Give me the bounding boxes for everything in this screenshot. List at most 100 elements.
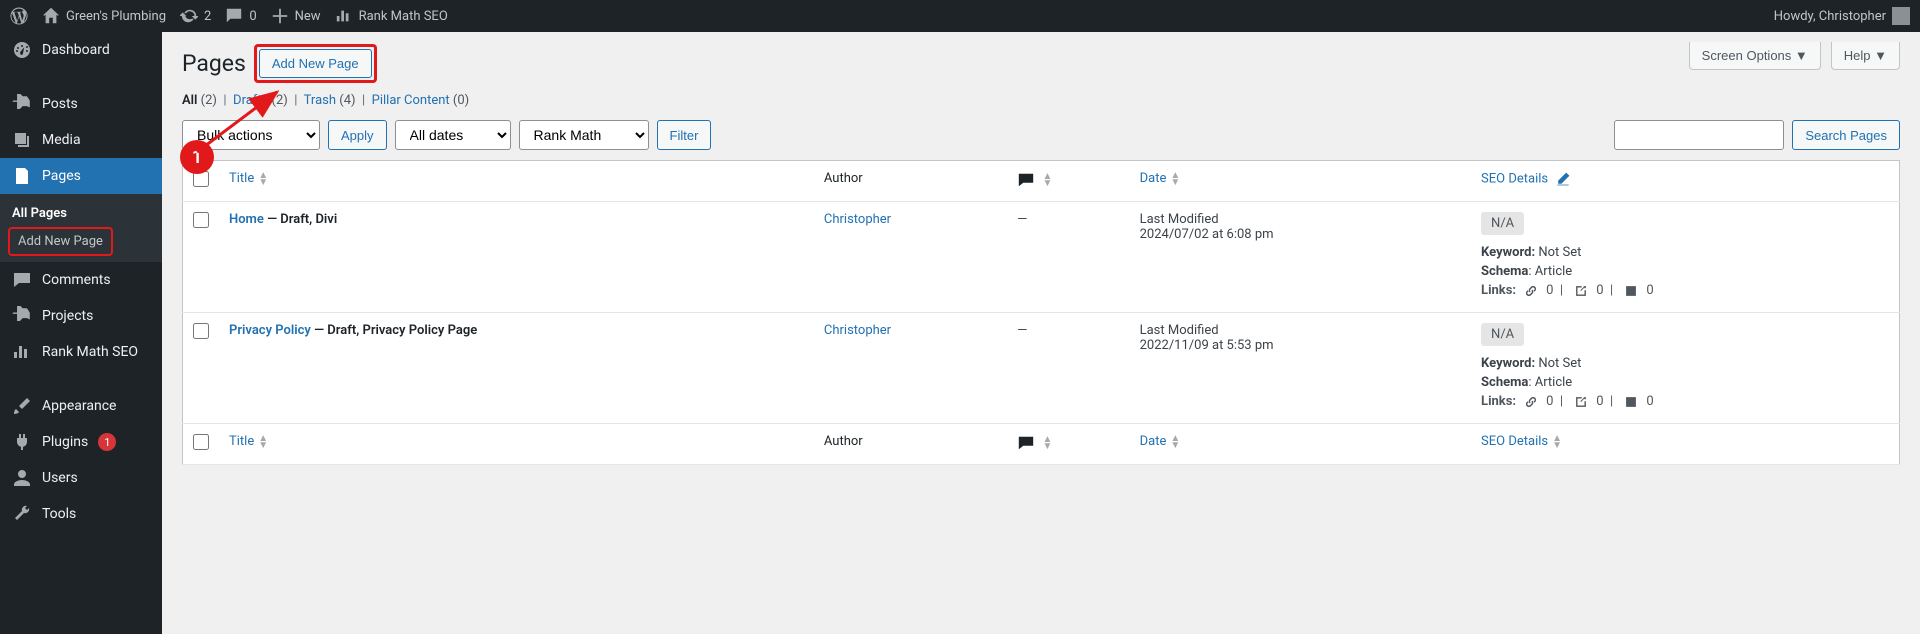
col-date-foot[interactable]: Date▲▼ — [1130, 424, 1471, 465]
site-link[interactable]: Green's Plumbing — [42, 7, 166, 25]
page-icon — [12, 166, 32, 186]
media-icon — [12, 130, 32, 150]
plus-icon — [271, 7, 289, 25]
gauge-icon — [12, 40, 32, 60]
chart-icon — [12, 342, 32, 362]
external-icon — [1574, 284, 1588, 298]
submenu-pages: All Pages Add New Page — [0, 194, 162, 262]
menu-users[interactable]: Users — [0, 460, 162, 496]
howdy-text: Howdy, Christopher — [1774, 9, 1886, 24]
pin-icon — [12, 306, 32, 326]
menu-dashboard[interactable]: Dashboard — [0, 32, 162, 68]
rankmath-label: Rank Math SEO — [359, 9, 448, 24]
row-checkbox[interactable] — [193, 323, 209, 339]
col-date[interactable]: Date▲▼ — [1130, 161, 1471, 202]
menu-tools[interactable]: Tools — [0, 496, 162, 532]
pin-icon — [12, 94, 32, 114]
row-seo: N/A Keyword: Not Set Schema: Article Lin… — [1471, 313, 1899, 424]
menu-comments[interactable]: Comments — [0, 262, 162, 298]
col-comments[interactable]: ▲▼ — [1007, 161, 1129, 202]
refresh-icon — [180, 7, 198, 25]
new-link[interactable]: New — [271, 7, 321, 25]
comment-icon — [12, 270, 32, 290]
submenu-add-new-page[interactable]: Add New Page — [12, 231, 109, 252]
add-new-page-button[interactable]: Add New Page — [259, 49, 372, 78]
site-name: Green's Plumbing — [66, 9, 166, 24]
row-author-link[interactable]: Christopher — [824, 212, 891, 227]
view-pillar[interactable]: Pillar Content — [372, 93, 450, 108]
wordpress-icon — [10, 7, 28, 25]
menu-rankmath[interactable]: Rank Math SEO — [0, 334, 162, 370]
comment-icon — [1017, 434, 1035, 452]
table-row: Home — Draft, Divi Christopher — Last Mo… — [183, 202, 1900, 313]
col-title-foot[interactable]: Title▲▼ — [219, 424, 814, 465]
updates-link[interactable]: 2 — [180, 7, 211, 25]
row-checkbox[interactable] — [193, 212, 209, 228]
menu-projects[interactable]: Projects — [0, 298, 162, 334]
col-seo[interactable]: SEO Details — [1471, 161, 1899, 202]
row-suffix: — Draft, Privacy Policy Page — [311, 323, 477, 338]
home-icon — [42, 7, 60, 25]
seo-badge: N/A — [1481, 212, 1524, 235]
search-pages-button[interactable]: Search Pages — [1792, 120, 1900, 150]
view-trash[interactable]: Trash — [304, 93, 336, 108]
menu-media[interactable]: Media — [0, 122, 162, 158]
row-comments: — — [1007, 202, 1129, 313]
row-seo: N/A Keyword: Not Set Schema: Article Lin… — [1471, 202, 1899, 313]
wrench-icon — [12, 504, 32, 524]
search-input[interactable] — [1614, 120, 1784, 150]
plug-icon — [12, 432, 32, 452]
view-filters: All (2) | Drafts (2) | Trash (4) | Pilla… — [162, 93, 1920, 120]
row-suffix: — Draft, Divi — [264, 212, 337, 227]
select-all-checkbox-foot[interactable] — [193, 434, 209, 450]
filter-button[interactable]: Filter — [657, 120, 712, 150]
view-all[interactable]: All — [182, 93, 197, 108]
link-icon — [1524, 395, 1538, 409]
row-title-link[interactable]: Privacy Policy — [229, 323, 311, 338]
page-title: Pages — [182, 50, 246, 77]
screen-options-button[interactable]: Screen Options ▼ — [1689, 42, 1821, 70]
admin-bar: Green's Plumbing 2 0 New Rank Math SEO H… — [0, 0, 1920, 32]
menu-appearance[interactable]: Appearance — [0, 388, 162, 424]
admin-menu: Dashboard Posts Media Pages All Pages Ad… — [0, 32, 162, 634]
view-drafts[interactable]: Drafts — [233, 93, 268, 108]
rankmath-link[interactable]: Rank Math SEO — [335, 7, 448, 25]
row-title-link[interactable]: Home — [229, 212, 264, 227]
incoming-icon — [1624, 284, 1638, 298]
col-comments-foot[interactable]: ▲▼ — [1007, 424, 1129, 465]
chart-icon — [335, 7, 353, 25]
menu-posts[interactable]: Posts — [0, 86, 162, 122]
comment-icon — [225, 7, 243, 25]
table-row: Privacy Policy — Draft, Privacy Policy P… — [183, 313, 1900, 424]
menu-plugins[interactable]: Plugins 1 — [0, 424, 162, 460]
row-comments: — — [1007, 313, 1129, 424]
annotation-circle: 1 — [180, 140, 214, 174]
comments-link[interactable]: 0 — [225, 7, 256, 25]
user-icon — [12, 468, 32, 488]
col-title[interactable]: Title▲▼ — [219, 161, 814, 202]
wp-logo[interactable] — [10, 7, 28, 25]
main-content: Screen Options ▼ Help ▼ Pages Add New Pa… — [162, 32, 1920, 634]
plugins-badge: 1 — [98, 433, 116, 451]
col-author: Author — [814, 161, 1007, 202]
comment-icon — [1017, 171, 1035, 189]
pages-table: Title▲▼ Author ▲▼ Date▲▼ SEO Details Hom… — [182, 160, 1900, 465]
howdy-link[interactable]: Howdy, Christopher — [1774, 7, 1910, 25]
row-author-link[interactable]: Christopher — [824, 323, 891, 338]
new-label: New — [295, 9, 321, 24]
avatar-icon — [1892, 7, 1910, 25]
row-date: Last Modified2024/07/02 at 6:08 pm — [1130, 202, 1471, 313]
apply-button[interactable]: Apply — [328, 120, 387, 150]
comments-count: 0 — [249, 9, 256, 24]
help-button[interactable]: Help ▼ — [1831, 42, 1900, 70]
pencil-icon[interactable] — [1555, 171, 1571, 187]
col-seo-foot[interactable]: SEO Details▲▼ — [1471, 424, 1899, 465]
incoming-icon — [1624, 395, 1638, 409]
col-author-foot: Author — [814, 424, 1007, 465]
dates-select[interactable]: All dates — [395, 120, 511, 150]
row-date: Last Modified2022/11/09 at 5:53 pm — [1130, 313, 1471, 424]
submenu-all-pages[interactable]: All Pages — [0, 200, 162, 227]
external-icon — [1574, 395, 1588, 409]
menu-pages[interactable]: Pages — [0, 158, 162, 194]
rankmath-select[interactable]: Rank Math — [519, 120, 649, 150]
